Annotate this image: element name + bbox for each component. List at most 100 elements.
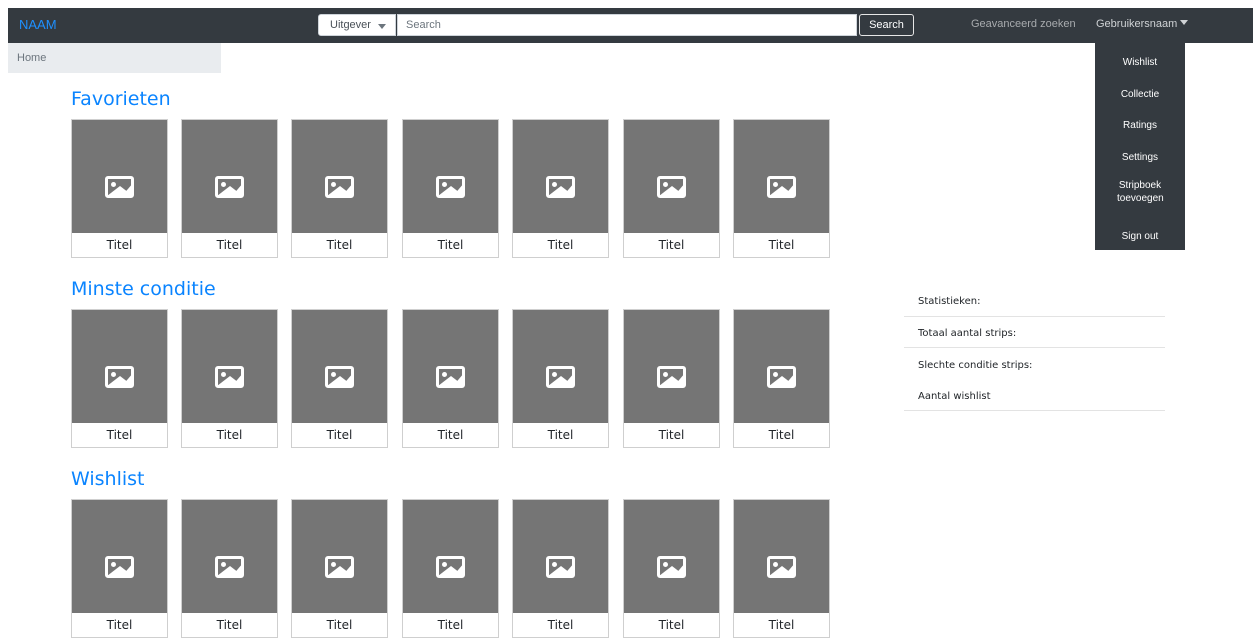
comic-card[interactable]: Titel <box>402 309 499 448</box>
card-title: Titel <box>437 428 464 442</box>
comic-card[interactable]: Titel <box>181 119 278 258</box>
breadcrumb-home[interactable]: Home <box>17 52 46 64</box>
comic-card[interactable]: Titel <box>623 309 720 448</box>
user-dropdown-menu: Wishlist Collectie Ratings Settings Stri… <box>1095 43 1185 250</box>
cover-placeholder <box>403 310 498 423</box>
brand-logo[interactable]: NAAM <box>19 17 57 32</box>
image-icon <box>767 556 796 578</box>
menu-item-wishlist[interactable]: Wishlist <box>1095 56 1185 69</box>
image-icon <box>325 176 354 198</box>
top-navbar: NAAM Uitgever Search Search Geavanceerd … <box>8 8 1253 43</box>
breadcrumb: Home <box>8 43 221 73</box>
card-title: Titel <box>437 618 464 632</box>
divider <box>904 316 1165 317</box>
section-title-favorieten: Favorieten <box>71 88 171 110</box>
stats-wishlist-count: Aantal wishlist <box>918 391 991 402</box>
comic-card[interactable]: Titel <box>291 499 388 638</box>
image-icon <box>436 176 465 198</box>
image-icon <box>215 176 244 198</box>
image-icon <box>546 556 575 578</box>
cover-placeholder <box>513 500 608 613</box>
image-icon <box>436 556 465 578</box>
cover-placeholder <box>182 500 277 613</box>
image-icon <box>105 366 134 388</box>
cover-placeholder <box>513 310 608 423</box>
cover-placeholder <box>734 500 829 613</box>
menu-item-stripboek-toevoegen[interactable]: Stripboek toevoegen <box>1117 179 1164 205</box>
cover-placeholder <box>403 500 498 613</box>
card-title: Titel <box>106 238 133 252</box>
comic-card[interactable]: Titel <box>71 499 168 638</box>
comic-card[interactable]: Titel <box>623 499 720 638</box>
image-icon <box>215 366 244 388</box>
comic-card[interactable]: Titel <box>71 119 168 258</box>
cover-placeholder <box>292 120 387 233</box>
menu-item-settings[interactable]: Settings <box>1095 151 1185 164</box>
comic-card[interactable]: Titel <box>512 309 609 448</box>
comic-card[interactable]: Titel <box>733 499 830 638</box>
comic-card[interactable]: Titel <box>71 309 168 448</box>
publisher-select-label: Uitgever <box>330 19 371 31</box>
image-icon <box>325 556 354 578</box>
card-title: Titel <box>658 428 685 442</box>
comic-card[interactable]: Titel <box>512 499 609 638</box>
comic-card[interactable]: Titel <box>291 309 388 448</box>
cover-placeholder <box>624 310 719 423</box>
comic-card[interactable]: Titel <box>181 499 278 638</box>
cover-placeholder <box>734 120 829 233</box>
card-title: Titel <box>547 618 574 632</box>
comic-card[interactable]: Titel <box>733 309 830 448</box>
menu-item-collectie[interactable]: Collectie <box>1095 88 1185 101</box>
cover-placeholder <box>182 310 277 423</box>
image-icon <box>657 366 686 388</box>
cover-placeholder <box>292 310 387 423</box>
card-title: Titel <box>437 238 464 252</box>
card-title: Titel <box>658 238 685 252</box>
stats-bad-condition: Slechte conditie strips: <box>918 360 1033 371</box>
card-title: Titel <box>106 618 133 632</box>
username-label: Gebruikersnaam <box>1096 18 1178 30</box>
comic-card[interactable]: Titel <box>402 499 499 638</box>
comic-card[interactable]: Titel <box>181 309 278 448</box>
menu-item-ratings[interactable]: Ratings <box>1095 119 1185 132</box>
search-input[interactable]: Search <box>397 14 857 36</box>
stats-total: Totaal aantal strips: <box>918 328 1017 339</box>
search-button[interactable]: Search <box>859 14 914 36</box>
cover-placeholder <box>513 120 608 233</box>
advanced-search-link[interactable]: Geavanceerd zoeken <box>971 18 1076 30</box>
image-icon <box>215 556 244 578</box>
comic-card[interactable]: Titel <box>733 119 830 258</box>
card-title: Titel <box>547 428 574 442</box>
cover-placeholder <box>403 120 498 233</box>
comic-card[interactable]: Titel <box>512 119 609 258</box>
comic-card[interactable]: Titel <box>291 119 388 258</box>
divider <box>904 347 1165 348</box>
image-icon <box>767 366 796 388</box>
image-icon <box>105 176 134 198</box>
card-title: Titel <box>106 428 133 442</box>
menu-item-sign-out[interactable]: Sign out <box>1095 230 1185 243</box>
card-title: Titel <box>326 428 353 442</box>
card-title: Titel <box>216 618 243 632</box>
image-icon <box>325 366 354 388</box>
image-icon <box>105 556 134 578</box>
cover-placeholder <box>182 120 277 233</box>
image-icon <box>546 366 575 388</box>
comic-card[interactable]: Titel <box>623 119 720 258</box>
comic-card[interactable]: Titel <box>402 119 499 258</box>
cover-placeholder <box>624 120 719 233</box>
card-title: Titel <box>326 618 353 632</box>
card-title: Titel <box>547 238 574 252</box>
user-menu-toggle[interactable]: Gebruikersnaam <box>1096 18 1189 30</box>
cover-placeholder <box>624 500 719 613</box>
image-icon <box>657 556 686 578</box>
stats-heading: Statistieken: <box>918 296 981 307</box>
image-icon <box>657 176 686 198</box>
card-title: Titel <box>768 238 795 252</box>
caret-down-icon <box>1180 20 1189 25</box>
cover-placeholder <box>734 310 829 423</box>
cover-placeholder <box>72 120 167 233</box>
cover-placeholder <box>72 310 167 423</box>
cover-placeholder <box>72 500 167 613</box>
publisher-select[interactable]: Uitgever <box>318 14 396 36</box>
